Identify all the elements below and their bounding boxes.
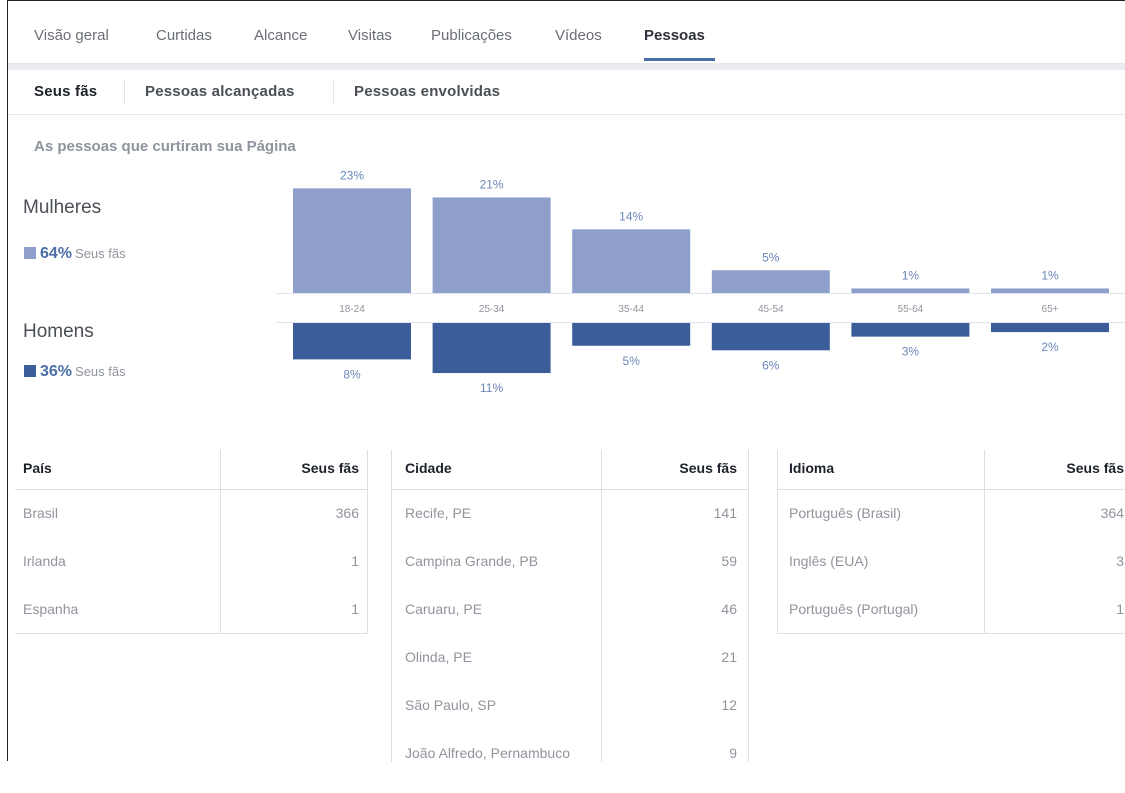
country-fans: 366 — [335, 505, 359, 521]
country-name: Brasil — [23, 505, 59, 521]
table-row: Recife, PE 141 — [391, 505, 749, 553]
age-tick-label: 65+ — [1042, 304, 1059, 315]
women-bar — [991, 288, 1109, 293]
country-table-header: País Seus fãs — [15, 450, 367, 490]
language-fans: 1 — [1116, 601, 1124, 617]
language-fans: 3 — [1116, 553, 1124, 569]
men-bar — [991, 323, 1109, 333]
city-col-header[interactable]: Cidade — [405, 460, 452, 476]
men-bar — [432, 323, 551, 374]
city-fans-col-header[interactable]: Seus fãs — [679, 460, 737, 476]
language-fans: 364 — [1100, 505, 1124, 521]
city-fans: 141 — [713, 505, 737, 521]
table-row: Olinda, PE 21 — [391, 649, 749, 697]
table-row: Brasil 366 — [15, 505, 367, 553]
country-name: Espanha — [23, 601, 79, 617]
women-bar-label: 23% — [340, 168, 364, 182]
country-col-header[interactable]: País — [23, 460, 52, 476]
men-bar-label: 3% — [902, 345, 920, 359]
city-name: Caruaru, PE — [405, 601, 483, 617]
men-bar — [572, 323, 691, 346]
city-fans: 9 — [729, 745, 737, 761]
country-name: Irlanda — [23, 553, 66, 569]
table-row: Inglês (EUA) 3 — [777, 553, 1125, 601]
city-name: João Alfredo, Pernambuco — [405, 745, 570, 761]
table-row: Português (Portugal) 1 — [777, 601, 1125, 649]
language-name: Português (Brasil) — [789, 505, 902, 521]
women-bar-label: 5% — [762, 250, 780, 264]
city-fans: 46 — [721, 601, 737, 617]
table-row: Irlanda 1 — [15, 553, 367, 601]
men-bar-label: 2% — [1041, 340, 1059, 354]
city-name: São Paulo, SP — [405, 697, 497, 713]
age-tick-label: 55-64 — [898, 304, 924, 315]
city-fans: 59 — [721, 553, 737, 569]
page-frame: Visão geral Curtidas Alcance Visitas Pub… — [7, 0, 1125, 762]
women-bar — [851, 288, 970, 293]
table-row: Campina Grande, PB 59 — [391, 553, 749, 601]
age-tick-label: 45-54 — [758, 304, 784, 315]
women-bar-label: 1% — [1041, 268, 1059, 282]
table-row: Português (Brasil) 364 — [777, 505, 1125, 553]
city-name: Olinda, PE — [405, 649, 472, 665]
age-tick-label: 35-44 — [618, 304, 644, 315]
table-row: Caruaru, PE 46 — [391, 601, 749, 649]
age-gender-chart: 23% 18-24 8% 21% 25-34 11% 14% 35-44 5% 5% 45-54 6%… — [276, 168, 1125, 395]
men-bar-label: 11% — [480, 381, 503, 395]
men-bar — [293, 323, 411, 360]
table-border — [367, 450, 368, 634]
city-fans: 12 — [721, 697, 737, 713]
men-bar-label: 8% — [343, 367, 361, 381]
language-name: Português (Portugal) — [789, 601, 919, 617]
women-bar-label: 1% — [902, 268, 920, 282]
table-row: São Paulo, SP 12 — [391, 697, 749, 745]
country-fans-col-header[interactable]: Seus fãs — [301, 460, 359, 476]
city-name: Campina Grande, PB — [405, 553, 539, 569]
city-table: Cidade Seus fãs Recife, PE 141 Campina Gr… — [391, 450, 749, 762]
city-name: Recife, PE — [405, 505, 472, 521]
city-table-header: Cidade Seus fãs — [391, 450, 749, 490]
country-table: País Seus fãs Brasil 366 Irlanda 1 Espanha… — [15, 450, 368, 634]
table-row: Espanha 1 — [15, 601, 367, 649]
language-name: Inglês (EUA) — [789, 553, 869, 569]
city-fans: 21 — [721, 649, 737, 665]
age-tick-label: 18-24 — [339, 304, 365, 315]
country-fans: 1 — [351, 553, 359, 569]
men-bar-label: 5% — [623, 354, 641, 368]
women-bar — [711, 270, 830, 293]
age-tick-label: 25-34 — [479, 304, 505, 315]
table-row: João Alfredo, Pernambuco 9 — [391, 745, 749, 793]
men-bar-label: 6% — [762, 358, 780, 372]
men-bar — [851, 323, 970, 337]
women-bar — [432, 197, 551, 293]
language-table: Idioma Seus fãs Português (Brasil) 364 In… — [777, 450, 1125, 634]
country-fans: 1 — [351, 601, 359, 617]
women-bar-label: 14% — [619, 209, 643, 223]
language-table-header: Idioma Seus fãs — [777, 450, 1125, 490]
men-bar — [711, 323, 830, 351]
language-col-header[interactable]: Idioma — [789, 460, 834, 476]
women-bar — [293, 188, 411, 293]
language-fans-col-header[interactable]: Seus fãs — [1066, 460, 1124, 476]
women-bar — [572, 229, 691, 293]
women-bar-label: 21% — [480, 177, 504, 191]
